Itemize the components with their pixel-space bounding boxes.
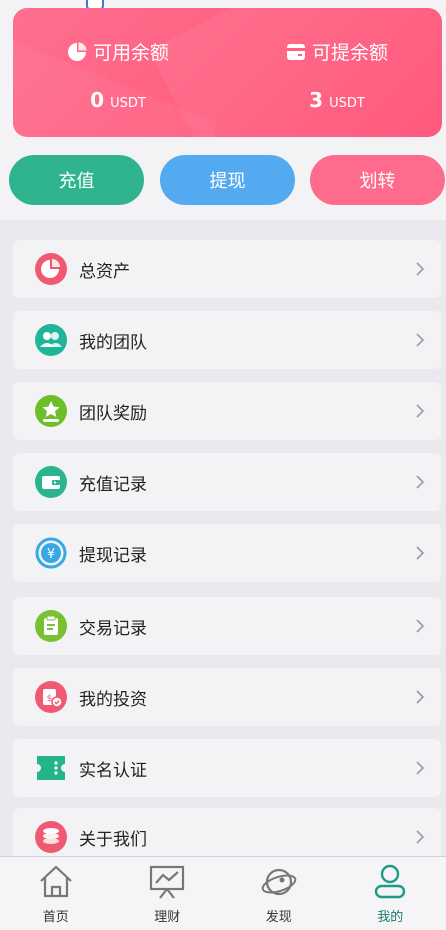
menu-label: 总资产: [79, 257, 130, 282]
chevron-right-icon: [415, 261, 425, 277]
menu-label: 关于我们: [79, 825, 147, 850]
investment-icon: $: [35, 681, 67, 713]
chevron-right-icon: [415, 545, 425, 561]
yen-refresh-icon: ¥: [35, 537, 67, 569]
chevron-right-icon: [415, 403, 425, 419]
planet-icon: [260, 863, 298, 901]
menu-label: 我的投资: [79, 685, 147, 710]
bottom-nav: 首页 理财 发现 我的: [0, 856, 446, 930]
pie-chart-icon: [35, 253, 67, 285]
nav-home[interactable]: 首页: [0, 857, 112, 930]
menu-item-recharge-records[interactable]: 充值记录: [13, 453, 441, 511]
available-balance-amount: 0: [90, 88, 104, 112]
user-icon: [371, 863, 409, 901]
recharge-button[interactable]: 充值: [9, 155, 144, 205]
team-icon: [35, 324, 67, 356]
wallet-icon: [35, 466, 67, 498]
nav-label: 发现: [266, 906, 292, 925]
menu-label: 交易记录: [79, 614, 147, 639]
menu-label: 充值记录: [79, 470, 147, 495]
nav-finance[interactable]: 理财: [112, 857, 224, 930]
menu-item-trade-records[interactable]: 交易记录: [13, 597, 441, 655]
withdrawable-balance-amount: 3: [309, 88, 323, 112]
chart-board-icon: [148, 863, 186, 901]
menu-item-withdraw-records[interactable]: ¥ 提现记录: [13, 524, 441, 582]
chevron-right-icon: [415, 618, 425, 634]
balance-card: 可用余额 0 USDT 可提余额 3 USDT: [13, 8, 442, 137]
chevron-right-icon: [415, 332, 425, 348]
menu-item-total-assets[interactable]: 总资产: [13, 240, 441, 298]
svg-text:¥: ¥: [47, 547, 55, 562]
withdrawable-balance-unit: USDT: [329, 96, 365, 111]
nav-label: 理财: [154, 906, 180, 925]
chevron-right-icon: [415, 760, 425, 776]
chevron-right-icon: [415, 474, 425, 490]
menu-label: 我的团队: [79, 328, 147, 353]
home-icon: [37, 863, 75, 901]
menu-label: 提现记录: [79, 541, 147, 566]
nav-mine[interactable]: 我的: [335, 857, 446, 930]
withdraw-button[interactable]: 提现: [160, 155, 295, 205]
id-ticket-icon: [35, 752, 67, 784]
clipboard-icon: [35, 610, 67, 642]
menu-item-my-investment[interactable]: $ 我的投资: [13, 668, 441, 726]
menu-item-team-reward[interactable]: 团队奖励: [13, 382, 441, 440]
transfer-button[interactable]: 划转: [310, 155, 445, 205]
pie-chart-icon: [67, 42, 87, 62]
nav-label: 我的: [377, 906, 403, 925]
available-balance[interactable]: 可用余额 0 USDT: [13, 8, 223, 137]
nav-label: 首页: [43, 906, 69, 925]
award-star-icon: [35, 395, 67, 427]
chevron-right-icon: [415, 829, 425, 845]
withdrawable-balance[interactable]: 可提余额 3 USDT: [232, 8, 442, 137]
chevron-right-icon: [415, 689, 425, 705]
menu-label: 团队奖励: [79, 399, 147, 424]
menu-item-real-name-verification[interactable]: 实名认证: [13, 739, 441, 797]
nav-discover[interactable]: 发现: [223, 857, 335, 930]
available-balance-label: 可用余额: [93, 38, 169, 65]
menu-item-my-team[interactable]: 我的团队: [13, 311, 441, 369]
coins-icon: [35, 821, 67, 853]
withdrawable-balance-label: 可提余额: [312, 38, 388, 65]
available-balance-unit: USDT: [110, 96, 146, 111]
card-icon: [286, 43, 306, 61]
menu-label: 实名认证: [79, 756, 147, 781]
